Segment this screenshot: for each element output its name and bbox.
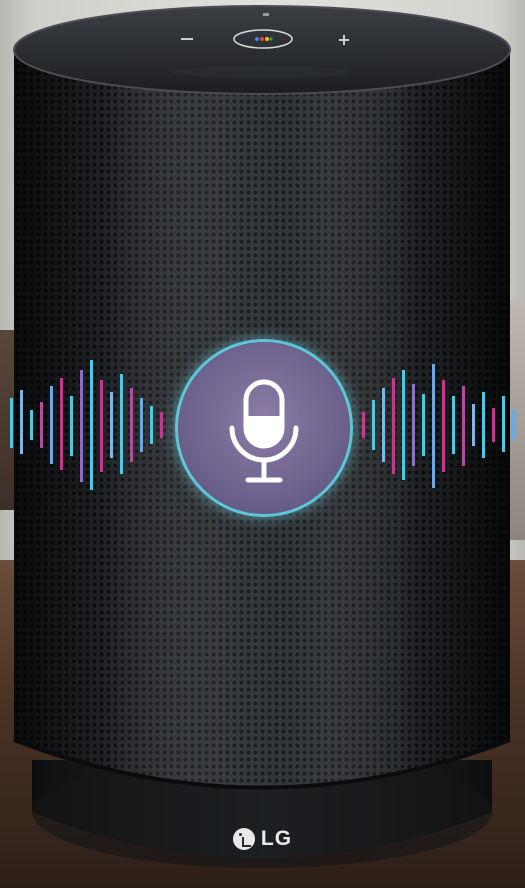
brand-name: LG [260,827,293,850]
photo-scene: LG [0,0,525,888]
voice-assistant-mic-button[interactable] [178,342,350,514]
brand-badge: LG [0,824,525,854]
lg-logo-icon [232,828,255,850]
sound-wave-right [362,364,515,488]
sound-wave-left [10,360,163,490]
status-light-icon [263,13,269,16]
google-assistant-button-icon[interactable] [232,28,294,50]
volume-up-icon[interactable] [338,34,350,46]
microphone-icon [229,379,299,483]
mute-icon[interactable] [180,35,194,43]
